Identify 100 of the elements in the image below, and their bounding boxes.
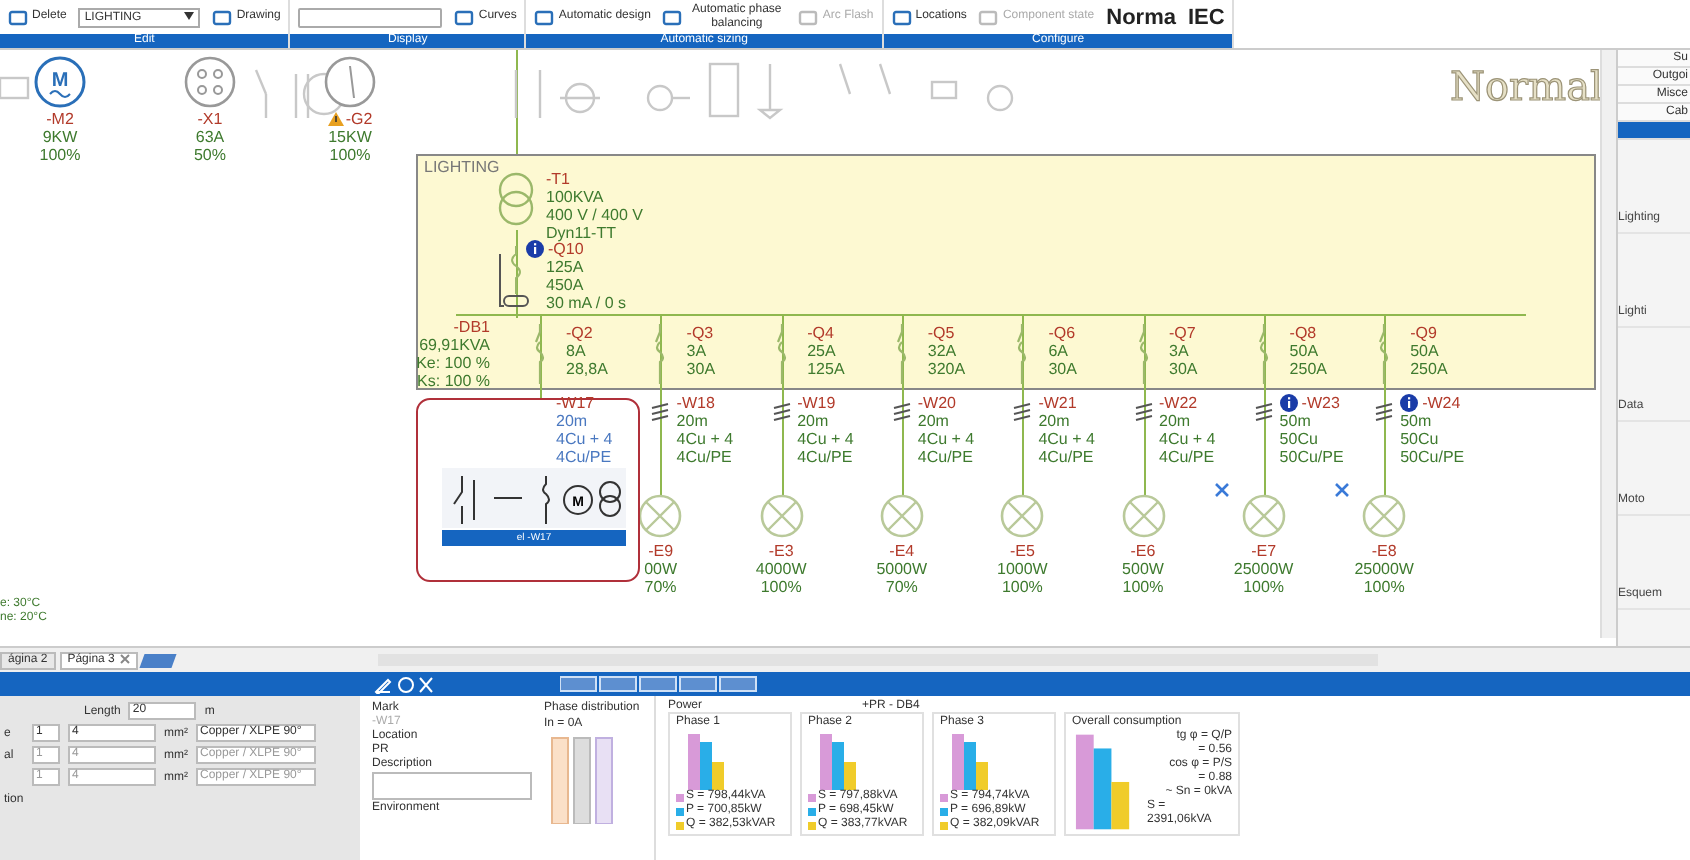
side-tab[interactable]: [1618, 122, 1690, 140]
breaker-rating: 32A: [927, 342, 959, 360]
breaker-mark: -Q6: [1048, 324, 1077, 342]
symbol-rating: 63A: [195, 128, 225, 146]
standard-button[interactable]: IEC: [1187, 5, 1225, 29]
description-input-field[interactable]: [372, 772, 532, 800]
cable-spec: 4Cu/PE: [797, 448, 854, 466]
load-factor: 100%: [1363, 578, 1405, 596]
board-rating: Ks: 100 %: [417, 372, 490, 390]
breaker-mark: -Q2: [566, 324, 595, 342]
breaker-rating: 125A: [807, 360, 845, 378]
breaker-icon[interactable]: [893, 324, 910, 384]
breaker-mark: -Q9: [1410, 324, 1439, 342]
caret-icon: [184, 11, 195, 19]
cable-spec: 20m: [797, 412, 831, 430]
breaker-mark: -Q7: [1169, 324, 1198, 342]
cable-spec: 4Cu/PE: [676, 448, 734, 466]
cable-spec: 20m: [1038, 412, 1072, 430]
symbol-rating: 15KW: [328, 128, 372, 146]
symbol-mark: -G2: [345, 110, 373, 128]
breaker-icon[interactable]: [1376, 324, 1393, 384]
info-icon[interactable]: [526, 240, 544, 258]
breaker-icon[interactable]: [773, 324, 790, 384]
breaker-rating: 30A: [686, 360, 716, 378]
board-rating: 69,91KVA: [419, 336, 490, 354]
load-mark: -E5: [1009, 542, 1035, 560]
cable-spec: 4Cu + 4: [676, 430, 734, 448]
load-factor: 100%: [1122, 578, 1164, 596]
breaker-mark: -Q8: [1289, 324, 1319, 342]
info-icon[interactable]: [1279, 394, 1298, 412]
cable-icon[interactable]: [771, 402, 792, 422]
cable-spec: 4Cu + 4: [556, 430, 613, 448]
motor-symbol-icon[interactable]: M: [32, 54, 88, 110]
tool-icon: [891, 9, 912, 25]
breaker-rating: 50A: [1410, 342, 1441, 360]
breaker-rating: 320A: [927, 360, 966, 378]
tool-icon: [534, 9, 555, 25]
cable-icon[interactable]: [1133, 402, 1153, 422]
cable-mark: -W22: [1159, 394, 1198, 412]
pencil-pin-close-icons-drawing[interactable]: [374, 676, 434, 694]
tool-icon: [978, 9, 999, 25]
breaker-rating: 8A: [566, 342, 588, 360]
tool-icon: [454, 9, 475, 25]
tool-icon: [798, 9, 819, 25]
close-icon[interactable]: [120, 653, 131, 664]
transformer-rating: Dyn11-TT: [546, 224, 618, 242]
breaker-rating: 30A: [1169, 360, 1198, 378]
load-power: 4000W: [755, 560, 807, 578]
breaker-mark: -Q5: [927, 324, 957, 342]
breaker-rating: 250A: [1289, 360, 1327, 378]
breaker-icon[interactable]: [652, 324, 669, 384]
vertical-scrollbar[interactable]: [1600, 50, 1616, 638]
cable-spec: 50Cu: [1279, 430, 1320, 448]
cable-spec: 4Cu + 4: [797, 430, 854, 448]
load-power: 500W: [1122, 560, 1164, 578]
load-power: 1000W: [997, 560, 1048, 578]
cable-spec: 20m: [676, 412, 710, 430]
load-factor: 100%: [1243, 578, 1285, 596]
cable-spec: 50Cu: [1400, 430, 1441, 448]
symbol-mark: -X1: [197, 110, 223, 128]
generator-symbol-icon[interactable]: [322, 54, 378, 110]
breaker-icon[interactable]: [1135, 324, 1151, 384]
cable-icon[interactable]: [891, 402, 912, 422]
transformer-rating: 100KVA: [546, 188, 606, 206]
breaker-rating: 125A: [546, 258, 586, 276]
socket-symbol-icon[interactable]: [182, 54, 238, 110]
load-power: 5000W: [876, 560, 928, 578]
breaker-icon[interactable]: [1255, 324, 1272, 384]
cable-mark: -W21: [1038, 394, 1077, 412]
add-page-button[interactable]: [140, 653, 178, 667]
toolbar-buttons-drawing[interactable]: [560, 676, 760, 692]
info-icon[interactable]: [1400, 394, 1419, 412]
cable-spec: 4Cu/PE: [917, 448, 975, 466]
tool-icon: [662, 9, 683, 25]
board-title: LIGHTING: [424, 158, 500, 176]
breaker-rating: 25A: [807, 342, 838, 360]
cable-icon[interactable]: [650, 402, 671, 422]
transformer-mark: -T1: [546, 170, 572, 188]
board-mark: -DB1: [453, 318, 490, 336]
load-factor: 100%: [760, 578, 802, 596]
breaker-icon[interactable]: [532, 324, 548, 384]
cable-mark: -W24: [1422, 394, 1461, 412]
cable-mark: -W19: [797, 394, 836, 412]
cable-icon[interactable]: [1253, 402, 1274, 422]
cable-spec: 20m: [1159, 412, 1193, 430]
cable-spec: 20m: [556, 412, 590, 430]
breaker-mark: -Q10: [548, 240, 584, 258]
breaker-icon[interactable]: [1014, 324, 1031, 384]
standard-button[interactable]: Norma: [1106, 5, 1176, 29]
load-factor: 70%: [885, 578, 918, 596]
cable-icon[interactable]: [1374, 402, 1395, 422]
transformer-icon[interactable]: [494, 170, 538, 230]
display-input-field[interactable]: [298, 7, 443, 27]
lamp-symbol-icon[interactable]: [638, 494, 683, 538]
breaker-rating: 28,8A: [566, 360, 608, 378]
load-power: 25000W: [1354, 560, 1414, 578]
symbol-factor: 50%: [193, 146, 226, 164]
symbol-rating: 9KW: [42, 128, 78, 146]
cable-spec: 4Cu/PE: [556, 448, 613, 466]
cable-icon[interactable]: [1012, 402, 1033, 422]
